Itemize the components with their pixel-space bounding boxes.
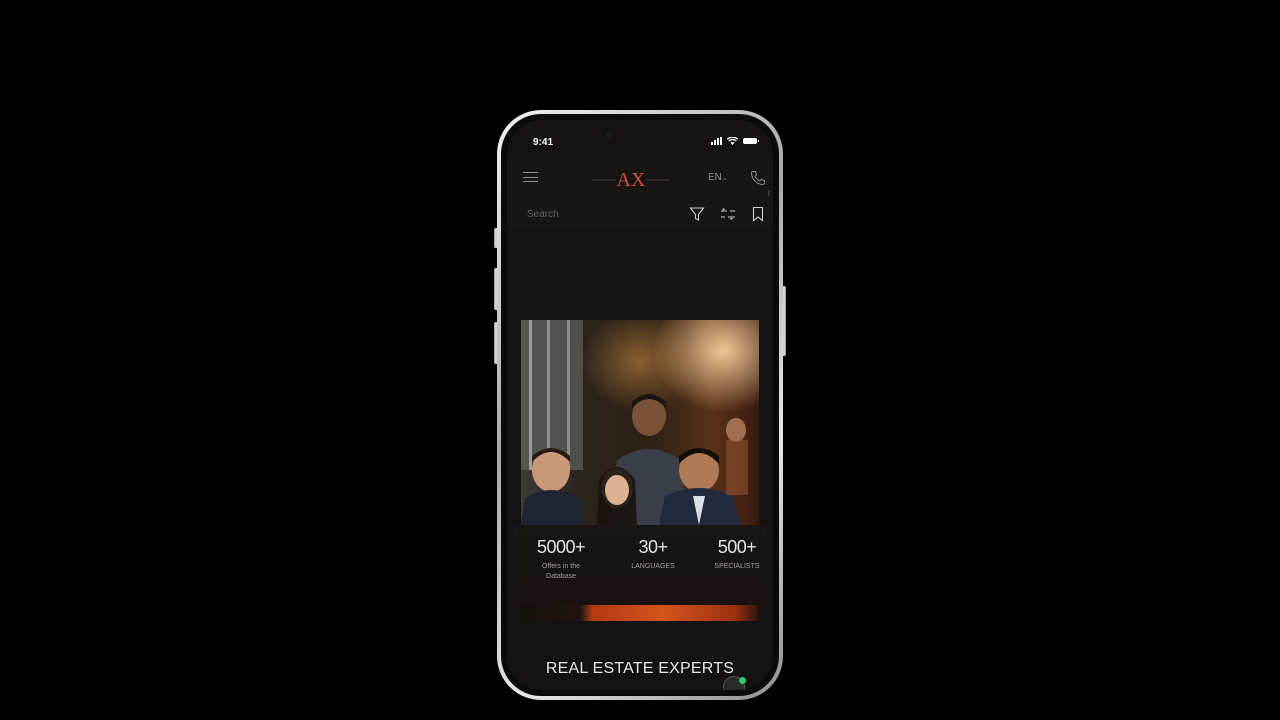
stat-offers: 5000+ Offers in the Database [525,537,597,582]
phone-bezel: 9:41 AX EN⌄ Search 5000+ Offers in the D… [501,114,779,696]
cellular-signal-icon [711,137,722,145]
front-camera [606,132,612,138]
team-photo-illustration [521,320,759,525]
stat-specialists: 500+ SPECIALISTS [701,537,773,572]
status-icons [711,137,759,145]
chevron-down-icon: ⌄ [721,175,728,182]
team-photo [521,320,759,525]
stats-section: 5000+ Offers in the Database 30+ LANGUAG… [513,525,767,605]
phone-icon[interactable] [750,170,766,186]
online-status-dot [739,677,746,684]
phone-screen: 9:41 AX EN⌄ Search 5000+ Offers in the D… [507,120,773,690]
hero-blank-area [507,230,773,320]
language-code: EN [708,172,722,183]
stat-specialists-label: SPECIALISTS [714,563,760,570]
logo-text: AX [617,169,646,191]
wifi-icon [727,137,738,145]
phone-frame: 9:41 AX EN⌄ Search 5000+ Offers in the D… [497,110,783,700]
stat-languages: 30+ LANGUAGES [617,537,689,572]
menu-icon[interactable] [523,172,538,182]
stat-offers-value: 5000+ [536,537,586,557]
status-time: 9:41 [533,137,554,148]
status-bar: 9:41 [507,120,773,156]
secondary-image-strip [521,605,759,621]
stat-languages-value: 30+ [638,537,668,557]
bookmark-icon[interactable] [750,206,766,222]
stat-specialists-value: 500+ [717,537,757,557]
language-selector[interactable]: EN⌄ [708,172,728,183]
chat-icon[interactable] [723,676,746,690]
stat-offers-label: Offers in the Database [541,563,580,580]
battery-icon [743,138,759,144]
filter-icon[interactable] [689,206,705,222]
search-input[interactable] [525,203,669,225]
sliders-icon[interactable] [720,206,736,222]
search-bar [507,196,773,230]
stage: 9:41 AX EN⌄ Search 5000+ Offers in the D… [0,0,1280,720]
logo-icon[interactable]: AX [592,166,670,192]
top-navbar: AX EN⌄ [507,160,773,212]
stat-languages-label: LANGUAGES [631,563,675,570]
